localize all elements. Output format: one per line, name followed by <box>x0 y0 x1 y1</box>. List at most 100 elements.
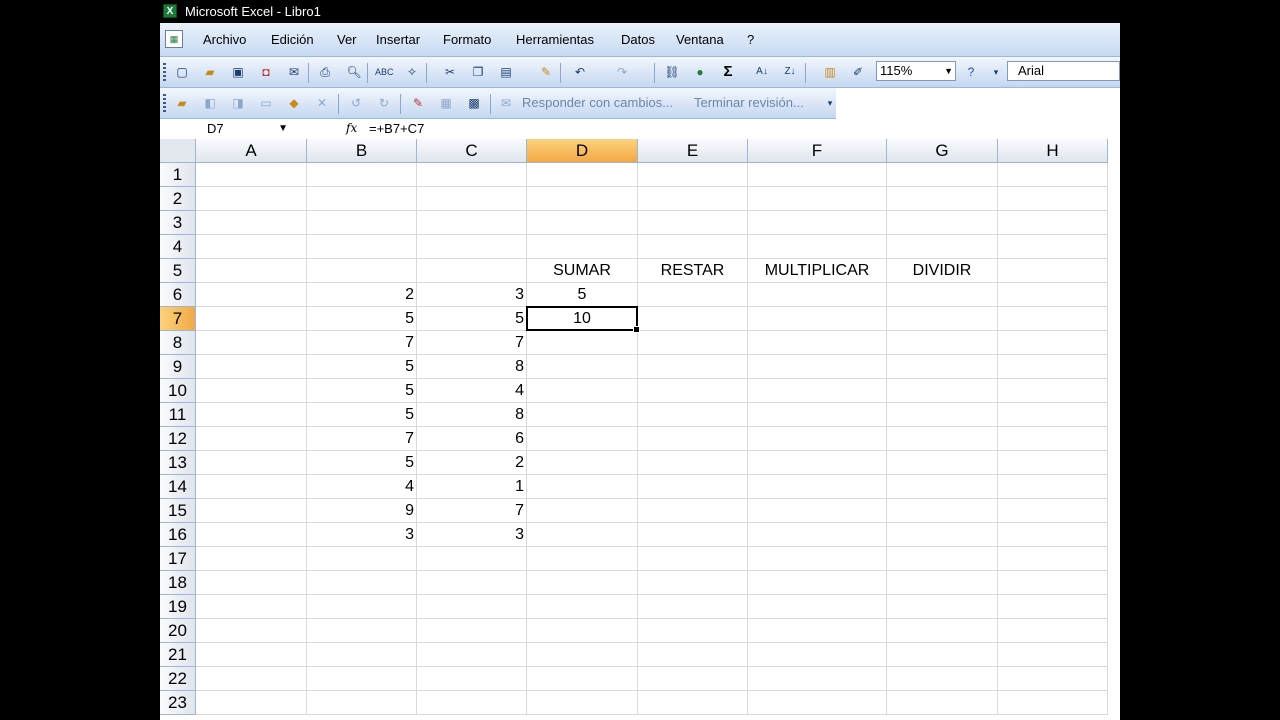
cell-b16[interactable]: 3 <box>307 523 417 547</box>
cell-c13[interactable]: 2 <box>417 451 527 475</box>
cell-e18[interactable] <box>638 571 748 595</box>
cell-e8[interactable] <box>638 331 748 355</box>
menu-ventana[interactable]: Ventana <box>676 32 724 47</box>
cell-b21[interactable] <box>307 643 417 667</box>
cell-d13[interactable] <box>527 451 638 475</box>
cell-a14[interactable] <box>196 475 307 499</box>
cell-c14[interactable]: 1 <box>417 475 527 499</box>
cell-e16[interactable] <box>638 523 748 547</box>
formula-bar[interactable]: fx =+B7+C7 <box>296 119 1120 138</box>
cell-e12[interactable] <box>638 427 748 451</box>
undo-icon[interactable]: ↶ <box>572 64 588 80</box>
cell-g10[interactable] <box>887 379 998 403</box>
ink-annotations-icon[interactable]: ↺ <box>348 95 364 111</box>
cell-g5[interactable]: DIVIDIR <box>887 259 998 283</box>
cell-g4[interactable] <box>887 235 998 259</box>
insert-function-icon[interactable]: fx <box>346 119 357 138</box>
menu-datos[interactable]: Datos <box>621 32 655 47</box>
cell-e20[interactable] <box>638 619 748 643</box>
cell-b4[interactable] <box>307 235 417 259</box>
cell-a12[interactable] <box>196 427 307 451</box>
cell-f13[interactable] <box>748 451 887 475</box>
menu-insertar[interactable]: Insertar <box>376 32 420 47</box>
row-header-3[interactable]: 3 <box>160 211 196 235</box>
cell-f8[interactable] <box>748 331 887 355</box>
cell-f15[interactable] <box>748 499 887 523</box>
cell-b9[interactable]: 5 <box>307 355 417 379</box>
cell-f22[interactable] <box>748 667 887 691</box>
cell-f10[interactable] <box>748 379 887 403</box>
cell-a3[interactable] <box>196 211 307 235</box>
column-header-c[interactable]: C <box>417 139 527 163</box>
cell-g9[interactable] <box>887 355 998 379</box>
cell-h18[interactable] <box>998 571 1108 595</box>
cell-c10[interactable]: 4 <box>417 379 527 403</box>
cell-a9[interactable] <box>196 355 307 379</box>
cell-a2[interactable] <box>196 187 307 211</box>
cell-b17[interactable] <box>307 547 417 571</box>
cell-c18[interactable] <box>417 571 527 595</box>
row-header-11[interactable]: 11 <box>160 403 196 427</box>
cell-h15[interactable] <box>998 499 1108 523</box>
cell-h16[interactable] <box>998 523 1108 547</box>
toolbar-grip[interactable] <box>163 94 166 112</box>
cell-c23[interactable] <box>417 691 527 715</box>
update-file-icon[interactable]: ▩ <box>466 95 482 111</box>
cell-e3[interactable] <box>638 211 748 235</box>
cell-a20[interactable] <box>196 619 307 643</box>
cell-b14[interactable]: 4 <box>307 475 417 499</box>
cell-f7[interactable] <box>748 307 887 331</box>
column-header-h[interactable]: H <box>998 139 1108 163</box>
cell-f23[interactable] <box>748 691 887 715</box>
cell-d10[interactable] <box>527 379 638 403</box>
cell-b13[interactable]: 5 <box>307 451 417 475</box>
menu-ver[interactable]: Ver <box>337 32 357 47</box>
cell-e7[interactable] <box>638 307 748 331</box>
cell-g15[interactable] <box>887 499 998 523</box>
cell-a10[interactable] <box>196 379 307 403</box>
cell-h5[interactable] <box>998 259 1108 283</box>
cell-g14[interactable] <box>887 475 998 499</box>
cell-b18[interactable] <box>307 571 417 595</box>
cell-c11[interactable]: 8 <box>417 403 527 427</box>
cell-h8[interactable] <box>998 331 1108 355</box>
cell-d11[interactable] <box>527 403 638 427</box>
cell-d12[interactable] <box>527 427 638 451</box>
row-header-15[interactable]: 15 <box>160 499 196 523</box>
row-header-6[interactable]: 6 <box>160 283 196 307</box>
cell-g18[interactable] <box>887 571 998 595</box>
row-header-1[interactable]: 1 <box>160 163 196 187</box>
cell-b2[interactable] <box>307 187 417 211</box>
menu-formato[interactable]: Formato <box>443 32 491 47</box>
row-header-21[interactable]: 21 <box>160 643 196 667</box>
cell-c9[interactable]: 8 <box>417 355 527 379</box>
cell-c15[interactable]: 7 <box>417 499 527 523</box>
row-header-4[interactable]: 4 <box>160 235 196 259</box>
cell-b12[interactable]: 7 <box>307 427 417 451</box>
previous-comment-icon[interactable]: ◧ <box>202 95 218 111</box>
cell-c19[interactable] <box>417 595 527 619</box>
chart-wizard-icon[interactable]: ▥ <box>822 64 838 80</box>
track-changes-icon[interactable]: ✎ <box>410 95 426 111</box>
cell-g6[interactable] <box>887 283 998 307</box>
cell-h19[interactable] <box>998 595 1108 619</box>
row-header-5[interactable]: 5 <box>160 259 196 283</box>
cell-b15[interactable]: 9 <box>307 499 417 523</box>
cell-a19[interactable] <box>196 595 307 619</box>
open-icon[interactable]: ▰ <box>202 64 218 80</box>
cell-b8[interactable]: 7 <box>307 331 417 355</box>
cell-c8[interactable]: 7 <box>417 331 527 355</box>
cell-a7[interactable] <box>196 307 307 331</box>
row-header-8[interactable]: 8 <box>160 331 196 355</box>
cell-h23[interactable] <box>998 691 1108 715</box>
cell-d19[interactable] <box>527 595 638 619</box>
cell-h20[interactable] <box>998 619 1108 643</box>
cut-icon[interactable]: ✂ <box>442 64 458 80</box>
cell-c21[interactable] <box>417 643 527 667</box>
cell-g7[interactable] <box>887 307 998 331</box>
row-header-16[interactable]: 16 <box>160 523 196 547</box>
show-all-comments-icon[interactable]: ◆ <box>286 95 302 111</box>
row-header-9[interactable]: 9 <box>160 355 196 379</box>
cell-a22[interactable] <box>196 667 307 691</box>
new-comment-icon[interactable]: ▰ <box>174 95 190 111</box>
